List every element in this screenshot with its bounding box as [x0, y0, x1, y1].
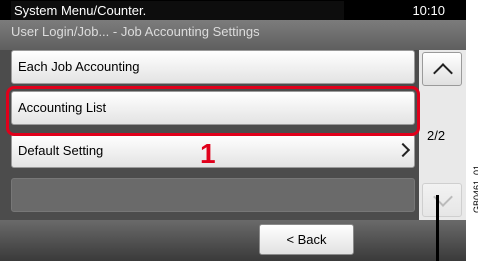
callout-number: 1 [200, 138, 216, 169]
back-button[interactable]: < Back [259, 224, 354, 255]
pointer-line [436, 195, 439, 261]
chevron-up-icon [433, 63, 453, 83]
page-indicator: 2/2 [427, 128, 446, 143]
system-menu-title: System Menu/Counter. [11, 1, 344, 20]
scroll-up-button[interactable] [422, 52, 462, 86]
system-bar: System Menu/Counter. 10:10 [0, 0, 466, 20]
list-item-label: Default Setting [18, 143, 104, 158]
chevron-right-icon [395, 142, 411, 158]
clock: 10:10 [412, 3, 445, 18]
empty-list-slot [11, 178, 415, 212]
scroll-down-button[interactable] [422, 183, 462, 217]
bottom-bar: < Back [0, 220, 466, 261]
breadcrumb-bar: User Login/Job... - Job Accounting Setti… [0, 20, 466, 51]
figure-margin [466, 0, 478, 261]
list-item-each-job-accounting[interactable]: Each Job Accounting [11, 50, 415, 84]
figure-id: GB0461_01 [472, 164, 478, 213]
list-item-label: Each Job Accounting [18, 59, 140, 74]
highlight-box [6, 86, 420, 136]
breadcrumb: User Login/Job... - Job Accounting Setti… [11, 24, 260, 39]
scroll-panel: 2/2 [419, 50, 466, 220]
